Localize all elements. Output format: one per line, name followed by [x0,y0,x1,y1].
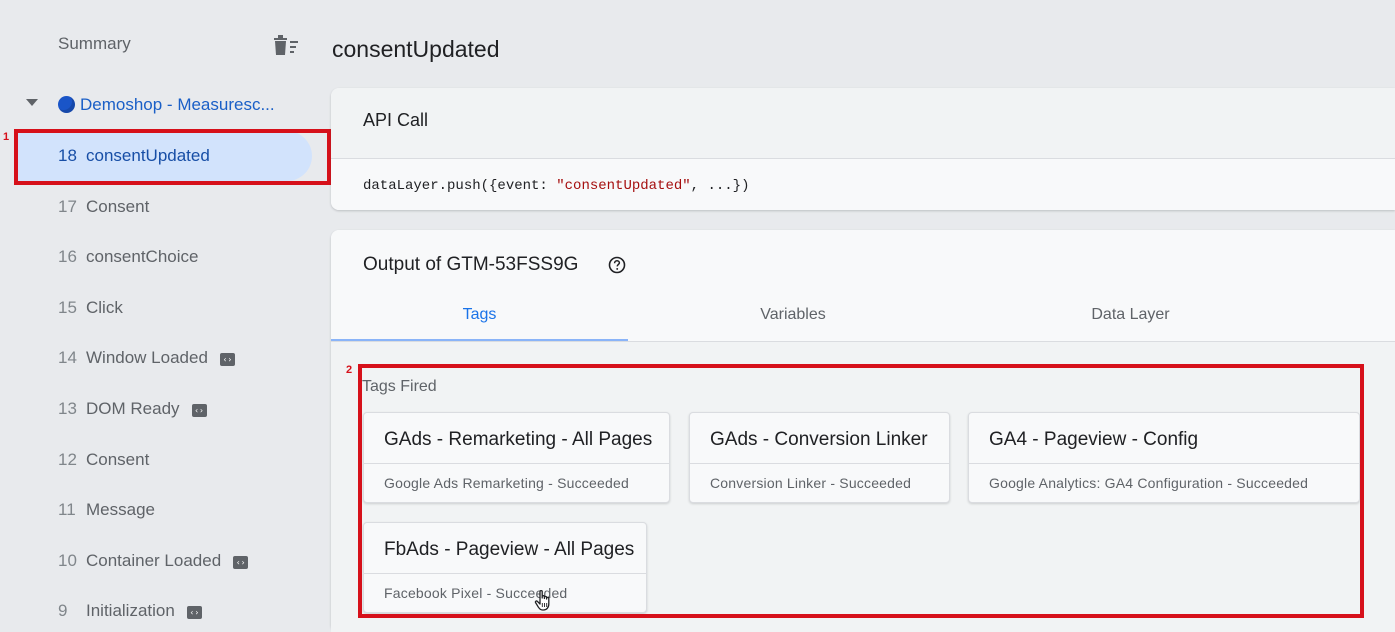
tab-variables[interactable]: Variables [628,306,958,342]
code-suffix: , ...}) [690,178,750,194]
event-item-13[interactable]: 13 DOM Ready ‹› [14,384,330,434]
caret-down-icon[interactable] [26,99,38,106]
event-name: Message [86,500,155,519]
api-call-title: API Call [363,110,429,130]
event-item-11[interactable]: 11 Message [14,485,330,535]
gtm-tag-icon: ‹› [186,606,202,619]
event-number: 12 [58,450,77,469]
api-call-card: API Call dataLayer.push({event: "consent… [331,88,1395,210]
event-name: Window Loaded [86,348,208,367]
container-label: Demoshop - Measuresc... [80,95,275,114]
event-number: 9 [58,601,68,620]
event-name: Initialization [86,601,175,620]
event-number: 14 [58,348,77,367]
event-number: 15 [58,298,77,317]
hand-cursor-icon [534,589,550,611]
event-name: DOM Ready [86,399,180,418]
event-item-12[interactable]: 12 Consent [14,435,330,485]
annotation-box-2 [358,364,1364,618]
event-number: 11 [58,500,76,519]
event-item-17[interactable]: 17 Consent [14,182,330,232]
tab-variables-label: Variables [760,306,826,323]
event-number: 13 [58,399,77,418]
gtm-tag-icon: ‹› [233,556,249,569]
sidebar: Summary Demoshop - Measuresc... 18 consen… [14,0,330,632]
gtm-tag-icon: ‹› [219,353,235,366]
event-item-16[interactable]: 16 consentChoice [14,232,330,282]
event-name: Container Loaded [86,551,222,570]
output-header: Output of GTM-53FSS9G Tags Variables Dat… [331,230,1395,342]
annotation-label-2: 2 [346,364,353,376]
event-name: consentChoice [86,247,199,266]
tab-tags-label: Tags [462,306,497,323]
tab-tags[interactable]: Tags [331,306,628,342]
page-title: consentUpdated [332,36,500,62]
event-name: Click [86,298,123,317]
event-name: Consent [86,450,150,469]
gtm-tag-icon: ‹› [191,404,207,417]
event-item-15[interactable]: 15 Click [14,283,330,333]
tab-data-layer-label: Data Layer [1091,306,1170,323]
summary-item[interactable]: Summary [14,20,330,70]
event-number: 10 [58,551,77,570]
event-item-14[interactable]: 14 Window Loaded ‹› [14,333,330,383]
delete-sweep-icon[interactable] [272,34,300,56]
code-string: "consentUpdated" [556,178,691,194]
help-icon[interactable] [608,256,626,274]
code-prefix: dataLayer.push({event: [363,178,557,194]
api-call-header: API Call [331,88,1395,158]
annotation-label-1: 1 [3,131,10,143]
annotation-box-1 [14,129,331,185]
event-item-9[interactable]: 9 Initialization ‹› [14,586,330,632]
code-line: dataLayer.push({event: "consentUpdated",… [363,178,749,194]
tab-data-layer[interactable]: Data Layer [958,306,1303,342]
event-number: 16 [58,247,77,266]
summary-label: Summary [58,34,131,53]
event-name: Consent [86,197,150,216]
api-call-code: dataLayer.push({event: "consentUpdated",… [331,158,1395,210]
container-dot-icon [58,96,75,113]
event-item-10[interactable]: 10 Container Loaded ‹› [14,536,330,586]
event-number: 17 [58,197,77,216]
output-title: Output of GTM-53FSS9G [363,254,579,275]
container-tree-item[interactable]: Demoshop - Measuresc... [14,86,330,124]
